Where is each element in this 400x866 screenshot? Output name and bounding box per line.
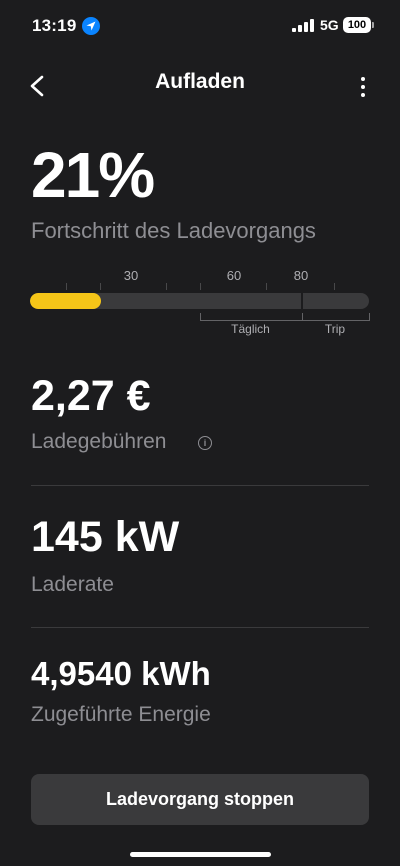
battery-icon: 100 [343,17,371,33]
page-title: Aufladen [155,70,245,93]
stop-charging-button[interactable]: Ladevorgang stoppen [31,774,369,825]
network-type: 5G [320,17,339,33]
charge-limit-marker [301,293,303,309]
scale-label-80: 80 [293,268,309,283]
status-time: 13:19 [32,16,77,35]
charge-rate-value: 145 kW [31,513,180,561]
battery-tip [372,22,374,28]
trip-range-label: Trip [324,322,346,336]
charge-rate-label: Laderate [31,573,114,596]
charge-progress-bar [30,293,369,309]
charging-cost-value: 2,27 € [31,372,151,420]
divider [31,627,369,628]
charging-cost-label: Ladegebühren [31,430,167,453]
energy-added-value: 4,9540 kWh [31,655,211,692]
daily-range-label: Täglich [231,322,270,336]
divider [31,485,369,486]
trip-range-bracket [302,313,370,321]
scale-label-60: 60 [226,268,242,283]
home-indicator [130,852,271,857]
info-icon[interactable]: i [198,436,212,450]
charge-progress-fill [30,293,102,309]
daily-range-bracket [200,313,303,321]
status-bar: 13:19 5G 100 [0,0,400,54]
scale-label-30: 30 [123,268,139,283]
charge-progress-label: Fortschritt des Ladevorgangs [31,218,316,243]
more-vertical-icon [361,77,365,81]
cellular-signal-icon [292,19,314,32]
location-arrow-icon [82,17,100,35]
more-menu-button[interactable] [350,72,376,102]
energy-added-label: Zugeführte Energie [31,703,211,726]
charge-percent: 21% [31,139,155,211]
